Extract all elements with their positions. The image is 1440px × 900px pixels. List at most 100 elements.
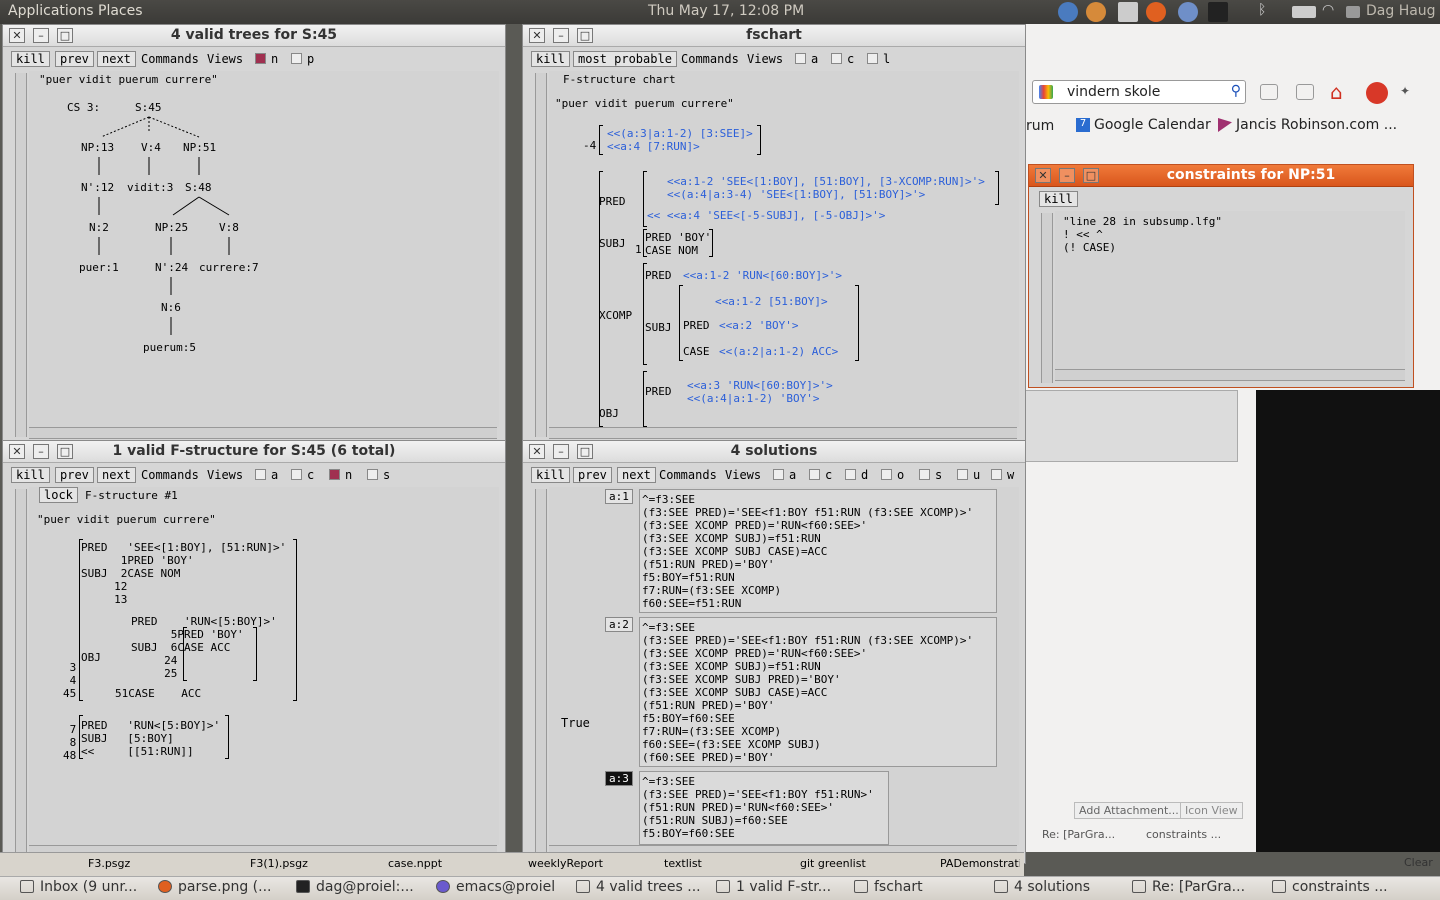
- keyboard-icon[interactable]: [1292, 6, 1316, 18]
- node-np25[interactable]: NP:25: [155, 221, 188, 234]
- taskbar-item-solutions[interactable]: 4 solutions: [994, 879, 1122, 899]
- obj-pred-1[interactable]: <<a:3 'RUN<[60:BOY]>'>: [687, 379, 833, 392]
- pred-line-3[interactable]: << <<a:4 'SEE<[-5-SUBJ], [-5-OBJ]>'>: [647, 209, 885, 222]
- fstruct-titlebar[interactable]: ✕ – □ 1 valid F-structure for S:45 (6 to…: [3, 441, 505, 463]
- solution-a3[interactable]: ^=f3:SEE (f3:SEE PRED)='SEE<f1:BOY f51:R…: [639, 771, 889, 845]
- bluetooth-icon[interactable]: ᛒ: [1258, 2, 1272, 22]
- node-n24[interactable]: N':24: [155, 261, 188, 274]
- views-menu[interactable]: Views: [207, 468, 243, 482]
- taskbar2-item[interactable]: git greenlist: [800, 857, 910, 877]
- commands-menu[interactable]: Commands: [141, 52, 199, 66]
- constraints-titlebar[interactable]: ✕ – □ constraints for NP:51: [1029, 165, 1413, 187]
- check-s[interactable]: [919, 469, 930, 480]
- trees-vscroll[interactable]: [15, 73, 27, 437]
- chat-icon[interactable]: [1346, 6, 1360, 18]
- bookmark-prefix[interactable]: rum: [1026, 118, 1054, 134]
- solution-label-a1[interactable]: a:1: [605, 489, 633, 504]
- wifi-icon[interactable]: ◠: [1322, 2, 1342, 22]
- commands-menu[interactable]: Commands: [681, 52, 739, 66]
- user-icon[interactable]: [1086, 2, 1106, 22]
- solution-label-a2[interactable]: a:2: [605, 617, 633, 632]
- solutions-vscroll[interactable]: [535, 489, 547, 859]
- node-puerum5[interactable]: puerum:5: [143, 341, 196, 354]
- check-a[interactable]: [795, 53, 806, 64]
- calculator-icon[interactable]: [1118, 2, 1138, 22]
- node-s48[interactable]: S:48: [185, 181, 212, 194]
- taskbar-item-constraints[interactable]: constraints ...: [1272, 879, 1432, 899]
- prev-button[interactable]: prev: [573, 467, 612, 483]
- check-d[interactable]: [845, 469, 856, 480]
- applications-menu[interactable]: Applications: [8, 3, 94, 19]
- taskbar-item-emacs[interactable]: emacs@proiel: [436, 879, 564, 899]
- kill-button[interactable]: kill: [531, 467, 570, 483]
- node-np51[interactable]: NP:51: [183, 141, 216, 154]
- views-menu[interactable]: Views: [207, 52, 243, 66]
- kill-button[interactable]: kill: [11, 467, 50, 483]
- solution-a2[interactable]: ^=f3:SEE (f3:SEE PRED)='SEE<f1:BOY f51:R…: [639, 617, 997, 767]
- obj-pred-2[interactable]: <<(a:4|a:1-2) 'BOY'>: [687, 392, 819, 405]
- taskbar2-item[interactable]: case.nppt: [388, 857, 488, 877]
- node-v4[interactable]: V:4: [141, 141, 161, 154]
- check-c[interactable]: [809, 469, 820, 480]
- check-n[interactable]: [255, 53, 266, 64]
- clock[interactable]: Thu May 17, 12:08 PM: [648, 3, 804, 19]
- constraints-vscroll[interactable]: [1041, 213, 1053, 383]
- taskbar-item-inbox[interactable]: Inbox (9 unr...: [20, 879, 150, 899]
- top-line-1[interactable]: <<(a:3|a:1-2) [3:SEE]>: [607, 127, 753, 140]
- check-w[interactable]: [991, 469, 1002, 480]
- taskbar-item-fstruct[interactable]: 1 valid F-str...: [716, 879, 844, 899]
- xcomp-subj-pred[interactable]: <<a:2 'BOY'>: [719, 319, 798, 332]
- trees-titlebar[interactable]: ✕ – □ 4 valid trees for S:45: [3, 25, 505, 47]
- check-a[interactable]: [255, 469, 266, 480]
- taskbar2-item[interactable]: PADemonstration...: [940, 857, 1020, 877]
- node-cs3[interactable]: CS 3:: [67, 101, 100, 114]
- bookmark-google-calendar[interactable]: Google Calendar: [1094, 117, 1211, 133]
- node-v8[interactable]: V:8: [219, 221, 239, 234]
- pred-line-2[interactable]: <<(a:4|a:3-4) 'SEE<[1:BOY], [51:BOY]>'>: [667, 188, 925, 201]
- solutions-titlebar[interactable]: ✕ – □ 4 solutions: [523, 441, 1025, 463]
- prev-button[interactable]: prev: [55, 467, 94, 483]
- mail-tab-constraints[interactable]: constraints ...: [1146, 828, 1221, 841]
- taskbar-item-parse[interactable]: parse.png (...: [158, 879, 286, 899]
- commands-menu[interactable]: Commands: [659, 468, 717, 482]
- top-line-2[interactable]: <<a:4 [7:RUN]>: [607, 140, 700, 153]
- kill-button[interactable]: kill: [11, 51, 50, 67]
- node-np13[interactable]: NP:13: [81, 141, 114, 154]
- taskbar2-item[interactable]: textlist: [664, 857, 764, 877]
- taskbar-item-re-pargram[interactable]: Re: [ParGra...: [1132, 879, 1260, 899]
- node-n12[interactable]: N':12: [81, 181, 114, 194]
- kill-button[interactable]: kill: [1039, 191, 1078, 207]
- bookmark-jancis[interactable]: Jancis Robinson.com ...: [1236, 117, 1397, 133]
- icon-view-select[interactable]: Icon View: [1180, 802, 1243, 819]
- check-a[interactable]: [773, 469, 784, 480]
- check-l[interactable]: [867, 53, 878, 64]
- places-menu[interactable]: Places: [98, 3, 143, 19]
- trees-hscroll[interactable]: [29, 427, 497, 439]
- most-probable-button[interactable]: most probable: [573, 51, 677, 67]
- check-c[interactable]: [291, 469, 302, 480]
- views-menu[interactable]: Views: [747, 52, 783, 66]
- user-name[interactable]: Dag Haug: [1366, 3, 1436, 19]
- commands-menu[interactable]: Commands: [141, 468, 199, 482]
- fschart-vscroll[interactable]: [535, 73, 547, 437]
- node-n2[interactable]: N:2: [89, 221, 109, 234]
- check-n[interactable]: [329, 469, 340, 480]
- network-globe-icon[interactable]: [1058, 2, 1078, 22]
- fschart-titlebar[interactable]: ✕ – □ fschart: [523, 25, 1025, 47]
- node-s45[interactable]: S:45: [135, 101, 162, 114]
- add-icon[interactable]: [1296, 84, 1314, 100]
- terminal-icon[interactable]: [1208, 2, 1228, 22]
- search-field[interactable]: vindern skole ⚲: [1032, 80, 1246, 104]
- search-icon[interactable]: ⚲: [1231, 83, 1241, 99]
- node-puer1[interactable]: puer:1: [79, 261, 119, 274]
- fstruct-vscroll[interactable]: [15, 489, 27, 859]
- next-button[interactable]: next: [97, 51, 136, 67]
- taskbar-item-terminal[interactable]: dag@proiel:...: [296, 879, 424, 899]
- next-button[interactable]: next: [617, 467, 656, 483]
- fschart-hscroll[interactable]: [549, 427, 1017, 439]
- check-c[interactable]: [831, 53, 842, 64]
- xcomp-pred[interactable]: <<a:1-2 'RUN<[60:BOY]>'>: [683, 269, 842, 282]
- pred-line-1[interactable]: <<a:1-2 'SEE<[1:BOY], [51:BOY], [3-XCOMP…: [667, 175, 985, 188]
- check-p[interactable]: [291, 53, 302, 64]
- next-button[interactable]: next: [97, 467, 136, 483]
